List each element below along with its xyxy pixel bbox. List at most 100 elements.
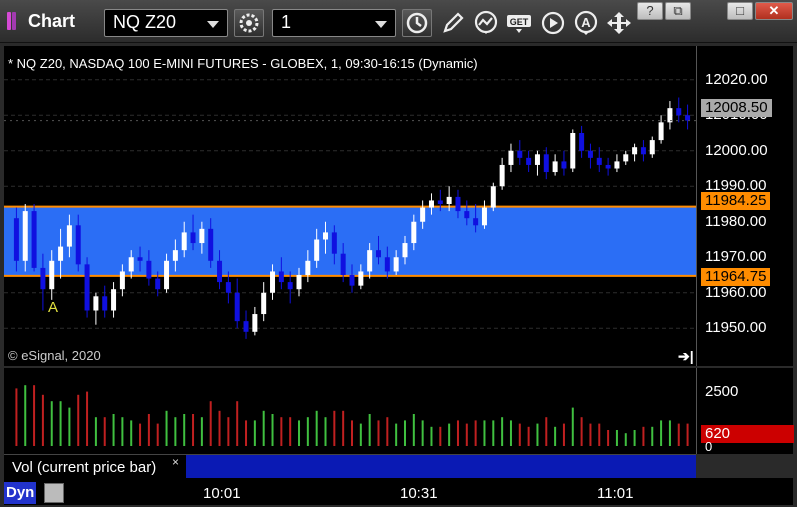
volume-bar — [430, 426, 433, 446]
volume-bar — [545, 417, 548, 446]
play-icon[interactable] — [540, 10, 566, 36]
price-tick-label: 11950.00 — [705, 319, 767, 337]
help-button[interactable]: ? — [637, 2, 663, 20]
volume-bar — [59, 401, 62, 446]
time-template-button[interactable] — [402, 9, 432, 37]
time-axis[interactable]: 10:01 10:31 11:01 — [4, 478, 793, 505]
analysis-icon[interactable] — [473, 10, 499, 36]
candle-body — [393, 257, 399, 272]
candlestick-plot[interactable] — [4, 46, 696, 366]
candle-body — [137, 257, 143, 261]
zone-low-tag: 11964.75 — [701, 268, 771, 286]
volume-bar — [448, 423, 451, 446]
volume-bar — [607, 430, 610, 446]
candle-body — [93, 296, 99, 311]
volume-bar — [262, 410, 265, 446]
volume-bar — [456, 420, 459, 446]
candle-body — [199, 228, 205, 244]
volume-bar — [130, 420, 133, 446]
candle-body — [517, 150, 523, 158]
volume-bar — [660, 420, 663, 446]
candle-body — [508, 150, 514, 165]
candle-body — [155, 278, 161, 290]
volume-bar — [421, 420, 424, 446]
volume-bar — [315, 410, 318, 446]
zone-high-tag: 11984.25 — [701, 192, 771, 210]
candle-body — [128, 257, 134, 272]
volume-bar — [518, 423, 521, 446]
candle-body — [314, 239, 320, 261]
candle-body — [402, 243, 408, 258]
candle-body — [102, 296, 108, 311]
price-chart[interactable] — [4, 46, 696, 366]
volume-bar — [112, 414, 115, 446]
candle-body — [455, 196, 461, 212]
time-label: 10:01 — [203, 485, 241, 502]
volume-bar — [236, 401, 239, 446]
volume-bar — [218, 410, 221, 446]
candle-body — [190, 232, 196, 244]
volume-bar — [271, 414, 274, 446]
candle-body — [384, 257, 390, 272]
price-axis[interactable]: 12020.0012010.0012000.0011990.0011980.00… — [696, 46, 793, 366]
candle-body — [526, 157, 532, 165]
maximize-button[interactable]: □ — [727, 2, 753, 20]
volume-bar — [598, 423, 601, 446]
volume-bar — [359, 423, 362, 446]
volume-bar — [668, 420, 671, 446]
chevron-down-icon[interactable] — [375, 21, 387, 28]
support-zone — [4, 206, 696, 276]
volume-bar — [492, 420, 495, 446]
volume-bar — [183, 414, 186, 446]
volume-bar — [324, 417, 327, 446]
volume-bar — [412, 414, 415, 446]
volume-axis-label: 2500 — [705, 383, 739, 400]
study-close-icon[interactable]: × — [172, 455, 179, 469]
candle-body — [543, 154, 549, 173]
volume-bar — [677, 423, 680, 446]
settings-button[interactable] — [234, 9, 264, 37]
volume-bar — [165, 410, 168, 446]
marker-label: A — [48, 299, 59, 316]
lock-icon[interactable] — [44, 483, 64, 503]
volume-bar — [209, 401, 212, 446]
candle-body — [234, 292, 240, 322]
volume-bar — [509, 420, 512, 446]
chevron-down-icon[interactable] — [207, 21, 219, 28]
candle-body — [623, 154, 629, 162]
candle-body — [261, 292, 267, 315]
volume-bar — [474, 420, 477, 446]
dyn-badge[interactable]: Dyn — [4, 482, 37, 504]
candle-body — [676, 108, 682, 116]
close-button[interactable]: ✕ — [755, 2, 793, 20]
candle-body — [561, 161, 567, 169]
candle-body — [640, 147, 646, 155]
volume-bar — [527, 426, 530, 446]
interval-select[interactable]: 1 — [272, 9, 396, 37]
symbol-select[interactable]: NQ Z20 — [104, 9, 228, 37]
volume-bar — [41, 394, 44, 446]
volume-bar — [333, 410, 336, 446]
candle-body — [587, 150, 593, 158]
alert-icon[interactable]: A — [573, 10, 599, 36]
study-label[interactable]: Vol (current price bar) — [4, 455, 184, 479]
volume-bar — [589, 423, 592, 446]
volume-bar — [77, 394, 80, 446]
pencil-icon[interactable] — [440, 10, 466, 36]
volume-bar — [298, 420, 301, 446]
volume-bar — [227, 417, 230, 446]
arrows-icon[interactable] — [606, 10, 632, 36]
candle-body — [243, 321, 249, 332]
volume-pane[interactable] — [4, 368, 696, 454]
candle-body — [605, 164, 611, 169]
candle-body — [649, 140, 655, 155]
candle-body — [685, 115, 691, 121]
scroll-to-end-icon[interactable]: ➔| — [678, 348, 694, 365]
get-icon[interactable]: GET — [506, 10, 532, 36]
volume-bar — [342, 410, 345, 446]
restore-button[interactable]: ⧉ — [665, 2, 691, 20]
volume-bar — [571, 407, 574, 446]
candle-body — [632, 147, 638, 155]
candle-body — [499, 164, 505, 187]
symbol-value: NQ Z20 — [113, 12, 177, 32]
